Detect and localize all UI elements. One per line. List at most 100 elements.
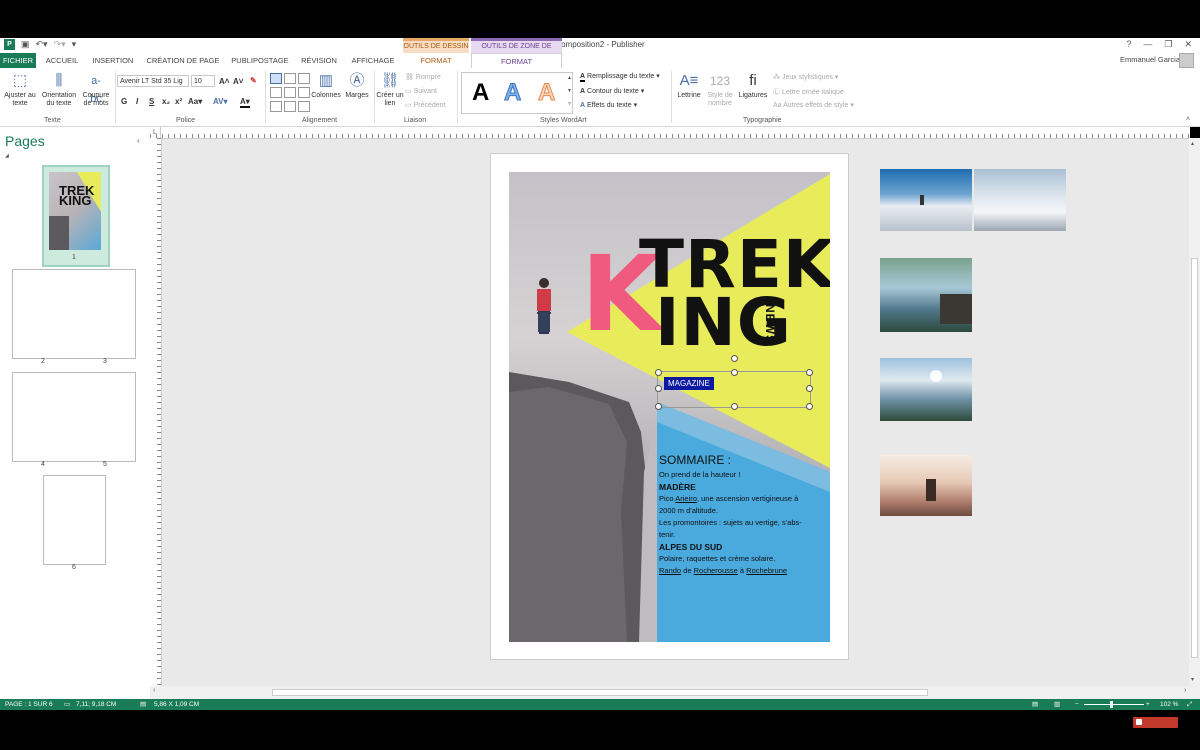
resize-handle[interactable] bbox=[806, 369, 813, 376]
character-spacing-icon[interactable]: AV▾ bbox=[213, 97, 228, 106]
font-color-icon[interactable]: A▾ bbox=[240, 97, 250, 108]
text-fill-button[interactable]: A Remplissage du texte ▾ bbox=[580, 72, 660, 82]
tab-publipostage[interactable]: PUBLIPOSTAGE bbox=[228, 53, 292, 68]
page-thumb-1[interactable]: TREK KING bbox=[42, 165, 110, 267]
help-icon[interactable]: ? bbox=[1126, 39, 1131, 50]
align-bottom-left-icon[interactable] bbox=[270, 101, 282, 112]
stylistic-sets-button[interactable]: ⁂ Jeux stylistiques ▾ bbox=[773, 73, 838, 81]
align-bottom-right-icon[interactable] bbox=[298, 101, 310, 112]
grow-font-icon[interactable]: A˄ bbox=[219, 77, 229, 86]
tab-creation-de-page[interactable]: CRÉATION DE PAGE bbox=[142, 53, 224, 68]
scroll-left-icon[interactable]: ‹ bbox=[153, 687, 155, 694]
tab-format-textbox[interactable]: FORMAT bbox=[471, 53, 562, 68]
align-top-left-icon[interactable] bbox=[270, 73, 282, 84]
scratch-image-snowy-peak[interactable] bbox=[880, 169, 972, 231]
status-page[interactable]: PAGE : 1 SUR 6 bbox=[5, 699, 53, 710]
break-link-button[interactable]: ⛓ Rompre bbox=[405, 73, 441, 81]
table-of-contents[interactable]: SOMMAIRE : On prend de la hauteur ! MADÈ… bbox=[659, 454, 827, 577]
single-page-view-icon[interactable]: ▤ bbox=[1032, 699, 1038, 710]
italic-icon[interactable]: I bbox=[136, 97, 138, 106]
scratch-image-snowy-ridge[interactable] bbox=[974, 169, 1066, 231]
resize-handle[interactable] bbox=[731, 403, 738, 410]
align-bottom-center-icon[interactable] bbox=[284, 101, 296, 112]
subscript-icon[interactable]: x₂ bbox=[162, 97, 170, 106]
scroll-right-icon[interactable]: › bbox=[1184, 687, 1186, 694]
shrink-font-icon[interactable]: A˅ bbox=[233, 77, 243, 86]
wordart-style-blue[interactable]: A bbox=[503, 79, 521, 107]
zoom-slider[interactable] bbox=[1084, 704, 1144, 705]
wordart-styles-gallery[interactable]: A A A bbox=[461, 72, 573, 114]
font-size-select[interactable]: 10 bbox=[191, 75, 215, 87]
other-style-effects-button[interactable]: Aa Autres effets de style ▾ bbox=[773, 101, 854, 109]
change-case-icon[interactable]: Aa▾ bbox=[188, 97, 202, 106]
zoom-slider-thumb[interactable] bbox=[1110, 701, 1113, 708]
gallery-scroll[interactable]: ▴ ▾ ▿ bbox=[568, 72, 571, 111]
zoom-level[interactable]: 102 % bbox=[1160, 699, 1178, 710]
zoom-in-icon[interactable]: + bbox=[1146, 699, 1150, 710]
text-outline-button[interactable]: A Contour du texte ▾ bbox=[580, 87, 644, 95]
next-link-button[interactable]: ▭ Suivant bbox=[405, 87, 437, 95]
previous-link-button[interactable]: ▭ Précédent bbox=[405, 101, 445, 109]
tab-insertion[interactable]: INSERTION bbox=[88, 53, 138, 68]
margins-button[interactable]: Ⓐ Marges bbox=[343, 72, 371, 100]
bold-icon[interactable]: G bbox=[121, 97, 127, 106]
fit-page-icon[interactable]: ⤢ bbox=[1187, 699, 1192, 710]
scroll-down-icon[interactable]: ▾ bbox=[1191, 676, 1194, 683]
restore-button[interactable]: ❐ bbox=[1164, 39, 1172, 50]
fit-text-button[interactable]: ⬚ Ajuster au texte bbox=[2, 72, 38, 108]
align-middle-right-icon[interactable] bbox=[298, 87, 310, 98]
tab-fichier[interactable]: FICHIER bbox=[0, 53, 36, 68]
tab-format-drawing[interactable]: FORMAT bbox=[403, 53, 469, 68]
customize-qat-icon[interactable]: ▾ bbox=[72, 39, 77, 50]
expand-triangle-icon[interactable]: ◢ bbox=[5, 153, 9, 159]
vertical-ruler[interactable] bbox=[150, 138, 162, 686]
text-effects-button[interactable]: A Effets du texte ▾ bbox=[580, 101, 637, 109]
tab-affichage[interactable]: AFFICHAGE bbox=[346, 53, 400, 68]
rotate-handle[interactable] bbox=[731, 355, 738, 362]
user-name[interactable]: Emmanuel Garcia bbox=[1120, 55, 1180, 64]
collapse-ribbon-icon[interactable]: ˄ bbox=[1186, 116, 1190, 123]
hyphenation-button[interactable]: a-bc Coupure de mots bbox=[78, 72, 114, 108]
two-page-view-icon[interactable]: ▥ bbox=[1054, 699, 1060, 710]
align-middle-left-icon[interactable] bbox=[270, 87, 282, 98]
columns-button[interactable]: ▥ Colonnes bbox=[310, 72, 342, 100]
wordart-style-orange[interactable]: A bbox=[537, 79, 555, 107]
zoom-out-icon[interactable]: − bbox=[1075, 699, 1079, 710]
undo-icon[interactable]: ↶▾ bbox=[36, 39, 48, 50]
page-thumb-4-5[interactable] bbox=[12, 372, 136, 462]
magazine-label[interactable]: MAGAZINE bbox=[664, 377, 714, 390]
avatar[interactable] bbox=[1179, 53, 1194, 68]
resize-handle[interactable] bbox=[655, 385, 662, 392]
tab-revision[interactable]: RÉVISION bbox=[296, 53, 342, 68]
align-top-right-icon[interactable] bbox=[298, 73, 310, 84]
clear-format-icon[interactable]: ✎ bbox=[250, 76, 257, 85]
page-thumb-2-3[interactable] bbox=[12, 269, 136, 359]
drop-cap-button[interactable]: A≡ Lettrine bbox=[674, 72, 704, 100]
resize-handle[interactable] bbox=[806, 385, 813, 392]
create-link-button[interactable]: ⛓ Créer un lien bbox=[376, 72, 404, 108]
page-thumb-6[interactable] bbox=[43, 475, 106, 565]
resize-handle[interactable] bbox=[806, 403, 813, 410]
redo-icon[interactable]: ↷▾ bbox=[54, 39, 66, 50]
text-direction-button[interactable]: ⫼ Orientation du texte bbox=[38, 72, 80, 108]
scratch-image-forest-sun[interactable] bbox=[880, 358, 972, 421]
align-top-center-icon[interactable] bbox=[284, 73, 296, 84]
resize-handle[interactable] bbox=[731, 369, 738, 376]
underline-icon[interactable]: S bbox=[149, 97, 154, 106]
align-middle-center-icon[interactable] bbox=[284, 87, 296, 98]
number-style-button[interactable]: 123 Style de nombre bbox=[704, 72, 736, 108]
vertical-scroll-thumb[interactable] bbox=[1191, 258, 1198, 658]
close-button[interactable]: ✕ bbox=[1184, 39, 1192, 50]
superscript-icon[interactable]: x² bbox=[175, 97, 182, 106]
swash-button[interactable]: Ⓛ Lettre ornée italique bbox=[773, 87, 844, 97]
vertical-scrollbar[interactable]: ▴ ▾ bbox=[1189, 138, 1200, 686]
ligatures-button[interactable]: ﬁ Ligatures bbox=[736, 72, 770, 100]
scratch-image-lake-viewpoint[interactable] bbox=[880, 258, 972, 332]
scroll-up-icon[interactable]: ▴ bbox=[1191, 140, 1194, 147]
horizontal-ruler[interactable]: L bbox=[150, 127, 1190, 139]
save-icon[interactable]: ▣ bbox=[21, 39, 30, 50]
tab-accueil[interactable]: ACCUEIL bbox=[40, 53, 84, 68]
font-name-select[interactable]: Avenir LT Std 35 Lig bbox=[117, 75, 189, 87]
resize-handle[interactable] bbox=[655, 403, 662, 410]
scratch-image-sunset-sitter[interactable] bbox=[880, 455, 972, 516]
